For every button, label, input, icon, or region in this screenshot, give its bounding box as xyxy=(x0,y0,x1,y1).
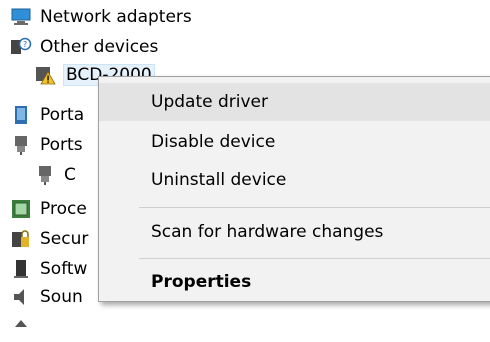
menu-item-label: Scan for hardware changes xyxy=(151,222,384,242)
menu-item-update-driver[interactable]: Update driver xyxy=(99,83,490,121)
tree-item-label: C xyxy=(64,165,76,185)
menu-separator xyxy=(139,207,490,208)
unknown-device-warning-icon xyxy=(34,64,56,86)
svg-text:?: ? xyxy=(23,40,27,49)
software-devices-icon xyxy=(10,258,32,280)
menu-item-label: Disable device xyxy=(151,132,276,152)
tree-item-label: Secur xyxy=(40,229,89,249)
com-port-icon xyxy=(34,164,56,186)
sound-icon xyxy=(10,286,32,308)
tree-item-label: Other devices xyxy=(40,37,159,57)
portable-devices-icon xyxy=(10,104,32,126)
menu-item-label: Properties xyxy=(151,272,252,292)
tree-item-label: Soun xyxy=(40,287,83,307)
tree-item-label: Porta xyxy=(40,105,85,125)
menu-item-label: Uninstall device xyxy=(151,170,287,190)
menu-item-label: Update driver xyxy=(151,92,268,112)
tree-item-label: Ports xyxy=(40,135,83,155)
tree-item-label: Proce xyxy=(40,199,87,219)
processor-icon xyxy=(10,198,32,220)
tree-item-network-adapters[interactable]: Network adapters xyxy=(0,2,490,32)
menu-item-disable-device[interactable]: Disable device xyxy=(99,123,490,161)
menu-separator xyxy=(139,258,490,259)
security-devices-icon xyxy=(10,228,32,250)
tree-item-label: Network adapters xyxy=(40,7,192,27)
tree-item-storage[interactable] xyxy=(0,312,490,342)
ports-icon xyxy=(10,134,32,156)
menu-item-properties[interactable]: Properties xyxy=(99,263,490,301)
storage-controllers-icon xyxy=(10,316,32,338)
context-menu: Update driver Disable device Uninstall d… xyxy=(98,76,490,302)
menu-item-uninstall-device[interactable]: Uninstall device xyxy=(99,161,490,199)
menu-item-scan-hardware-changes[interactable]: Scan for hardware changes xyxy=(99,213,490,251)
other-devices-icon: ? xyxy=(10,36,32,58)
network-adapter-icon xyxy=(10,6,32,28)
tree-item-label: Softw xyxy=(40,259,88,279)
tree-item-other-devices[interactable]: ? Other devices xyxy=(0,32,490,62)
